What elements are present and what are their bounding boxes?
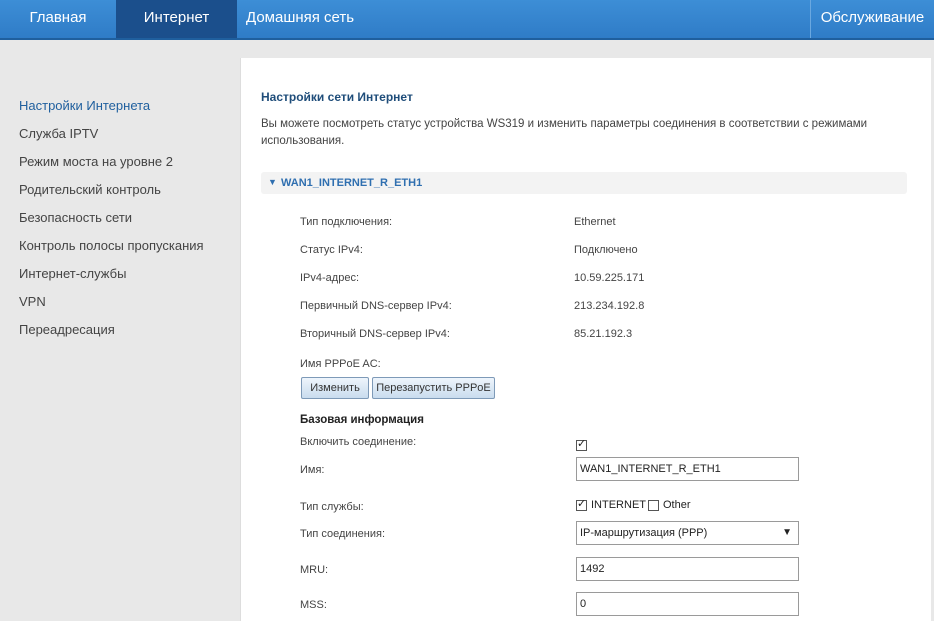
name-field[interactable]: WAN1_INTERNET_R_ETH1 (576, 457, 799, 481)
sidebar-item-network-security[interactable]: Безопасность сети (19, 210, 132, 225)
ipv4-address-label: IPv4-адрес: (300, 272, 360, 284)
sidebar-item-l2-bridge[interactable]: Режим моста на уровне 2 (19, 154, 173, 169)
mss-label: MSS: (300, 599, 327, 611)
dns1-value: 213.234.192.8 (574, 300, 645, 312)
sidebar-item-internet-settings[interactable]: Настройки Интернета (19, 98, 150, 113)
conn-type-label: Тип подключения: (300, 216, 393, 228)
nav-home[interactable]: Главная (0, 0, 116, 38)
check-icon: ✓ (577, 498, 587, 510)
service-other-label: Other (663, 499, 691, 511)
mru-label: MRU: (300, 564, 329, 576)
ipv4-status-value: Подключено (574, 244, 638, 256)
ipv4-address-value: 10.59.225.171 (574, 272, 645, 284)
page-description: Вы можете посмотреть статус устройства W… (261, 118, 868, 147)
top-navigation: Главная Интернет Домашняя сеть Обслужива… (0, 0, 934, 40)
nav-internet[interactable]: Интернет (116, 0, 237, 38)
dns2-label: Вторичный DNS-сервер IPv4: (300, 328, 450, 340)
connection-mode-select[interactable]: IP-маршрутизация (PPP) ▼ (576, 521, 799, 545)
name-label: Имя: (300, 464, 325, 476)
sidebar: Настройки Интернета Служба IPTV Режим мо… (0, 58, 230, 621)
dns1-label: Первичный DNS-сервер IPv4: (300, 300, 452, 312)
sidebar-item-parental-control[interactable]: Родительский контроль (19, 182, 161, 197)
service-internet-label: INTERNET (591, 499, 646, 511)
ipv4-status-label: Статус IPv4: (300, 244, 363, 256)
enable-connection-label: Включить соединение: (300, 436, 417, 448)
connection-mode-label: Тип соединения: (300, 528, 385, 540)
service-other-checkbox[interactable] (648, 500, 659, 511)
enable-connection-checkbox[interactable]: ✓ (576, 438, 587, 451)
page-title: Настройки сети Интернет (261, 90, 413, 104)
main-panel: Настройки сети Интернет Вы можете посмот… (240, 58, 931, 621)
check-icon: ✓ (577, 438, 587, 450)
sidebar-item-bandwidth-control[interactable]: Контроль полосы пропускания (19, 238, 204, 253)
nav-maintenance[interactable]: Обслуживание (811, 0, 934, 38)
chevron-down-icon: ▼ (782, 527, 792, 538)
pppoe-ac-label: Имя PPPoE AC: (300, 358, 381, 370)
sidebar-item-vpn[interactable]: VPN (19, 294, 46, 309)
service-internet-checkbox[interactable]: ✓ (576, 498, 587, 511)
sidebar-item-port-forwarding[interactable]: Переадресация (19, 322, 115, 337)
wan-section-header[interactable]: ▼ WAN1_INTERNET_R_ETH1 (261, 172, 907, 194)
nav-home-network[interactable]: Домашняя сеть (237, 0, 366, 38)
restart-pppoe-button[interactable]: Перезапустить PPPoE (372, 377, 495, 399)
sidebar-item-iptv[interactable]: Служба IPTV (19, 126, 98, 141)
section-title: WAN1_INTERNET_R_ETH1 (281, 177, 423, 189)
connection-mode-value: IP-маршрутизация (PPP) (580, 527, 708, 539)
mss-field[interactable]: 0 (576, 592, 799, 616)
change-button[interactable]: Изменить (301, 377, 369, 399)
sidebar-item-internet-services[interactable]: Интернет-службы (19, 266, 126, 281)
dns2-value: 85.21.192.3 (574, 328, 633, 340)
basic-info-heading: Базовая информация (300, 414, 424, 426)
collapse-arrow-icon: ▼ (268, 177, 277, 187)
service-type-label: Тип службы: (300, 501, 364, 513)
mru-field[interactable]: 1492 (576, 557, 799, 581)
conn-type-value: Ethernet (574, 216, 616, 228)
